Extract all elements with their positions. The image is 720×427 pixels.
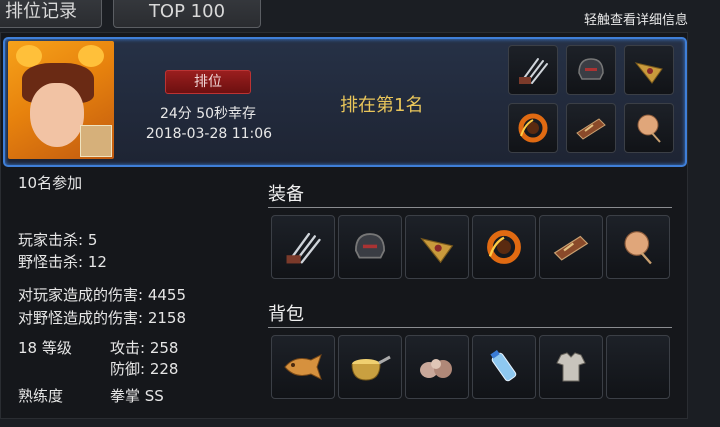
player-kills: 玩家击杀: 5 bbox=[18, 231, 98, 249]
fish-bun-icon[interactable] bbox=[271, 335, 335, 399]
fan-icon[interactable] bbox=[624, 103, 674, 153]
equipment-title: 装备 bbox=[268, 184, 304, 205]
character-badge-icon bbox=[80, 125, 112, 157]
bracer-icon[interactable] bbox=[539, 215, 603, 279]
player-level: 18 等级 bbox=[18, 339, 72, 357]
claw-icon[interactable] bbox=[508, 45, 558, 95]
empty-slot[interactable] bbox=[606, 335, 670, 399]
golden-plate-icon[interactable] bbox=[405, 215, 469, 279]
tab-rank-record[interactable]: 排位记录 bbox=[0, 0, 102, 28]
fan-icon[interactable] bbox=[606, 215, 670, 279]
proficiency-label: 熟练度 bbox=[18, 387, 64, 405]
dark-helmet-icon[interactable] bbox=[338, 215, 402, 279]
monster-kills: 野怪击杀: 12 bbox=[18, 253, 107, 271]
bracer-icon[interactable] bbox=[566, 103, 616, 153]
backpack-title: 背包 bbox=[268, 304, 304, 325]
attack-stat: 攻击: 258 bbox=[110, 339, 179, 357]
claw-icon[interactable] bbox=[271, 215, 335, 279]
player-avatar bbox=[8, 41, 114, 159]
match-datetime: 2018-03-28 11:06 bbox=[145, 126, 273, 142]
tab-top-100[interactable]: TOP 100 bbox=[113, 0, 261, 28]
monster-damage: 对野怪造成的伤害: 2158 bbox=[18, 309, 186, 327]
participants-count: 10名参加 bbox=[18, 174, 83, 192]
survival-time: 24分 50秒幸存 bbox=[159, 106, 257, 122]
player-damage: 对玩家造成的伤害: 4455 bbox=[18, 286, 186, 304]
rank-mode-badge: 排位 bbox=[165, 70, 251, 94]
backpack-divider bbox=[268, 327, 672, 328]
water-bottle-icon[interactable] bbox=[472, 335, 536, 399]
dark-helmet-icon[interactable] bbox=[566, 45, 616, 95]
tap-hint: 轻触查看详细信息 bbox=[583, 13, 688, 28]
placement-text: 排在第1名 bbox=[340, 95, 424, 116]
fire-ring-icon[interactable] bbox=[508, 103, 558, 153]
equipment-divider bbox=[268, 207, 672, 208]
golden-plate-icon[interactable] bbox=[624, 45, 674, 95]
pot-icon[interactable] bbox=[338, 335, 402, 399]
defense-stat: 防御: 228 bbox=[110, 360, 179, 378]
garlic-icon[interactable] bbox=[405, 335, 469, 399]
fire-ring-icon[interactable] bbox=[472, 215, 536, 279]
cloth-armor-icon[interactable] bbox=[539, 335, 603, 399]
proficiency-value: 拳掌 SS bbox=[110, 387, 164, 405]
